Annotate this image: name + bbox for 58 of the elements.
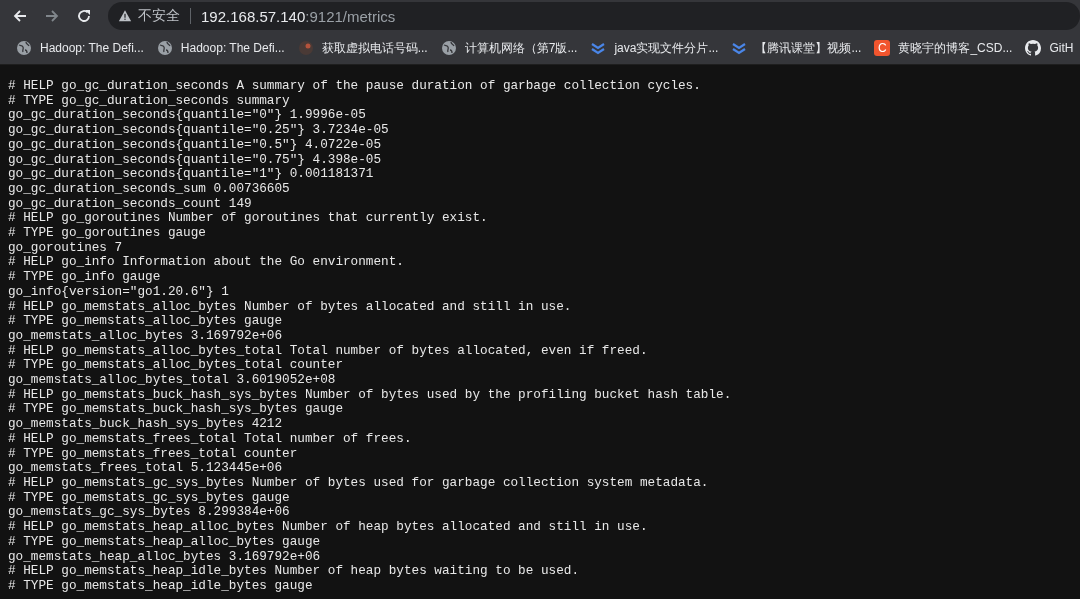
security-label: 不安全 — [138, 7, 180, 25]
globe-icon — [156, 40, 173, 56]
globe-icon — [16, 40, 32, 56]
metrics-line: # HELP go_memstats_frees_total Total number of frees. — [8, 431, 412, 447]
metrics-line: go_gc_duration_seconds{quantile="0.25"} 3.7234e-05 — [8, 123, 389, 138]
logo-icon: C — [874, 40, 891, 56]
metrics-line: go_gc_duration_seconds{quantile="1"} 0.001181371 — [8, 167, 374, 182]
address-bar[interactable]: 不安全 192.168.57.140:9121/metrics — [108, 2, 1080, 30]
metrics-line: go_gc_duration_seconds{quantile="0.5"} 4.0722e-05 — [8, 137, 382, 153]
metrics-line: # TYPE go_memstats_heap_idle_bytes gauge — [8, 578, 313, 594]
metrics-line: go_gc_duration_seconds_sum 0.00736605 — [8, 181, 290, 197]
chevrons-icon — [731, 40, 748, 56]
metrics-line: # HELP go_memstats_buck_hash_sys_bytes Number of bytes used by the profiling bucket hash table. — [8, 387, 732, 403]
metrics-line: # HELP go_memstats_heap_alloc_bytes Number of heap bytes allocated and still in use. — [8, 520, 648, 535]
url-text: 192.168.57.140:9121/metrics — [201, 7, 396, 25]
metrics-line: go_gc_duration_seconds_count 149 — [8, 196, 252, 212]
bookmark-item[interactable]: 获取虚拟电话号码... — [297, 39, 428, 57]
metrics-line: go_memstats_gc_sys_bytes 8.299384e+06 — [8, 505, 290, 521]
metrics-line: go_gc_duration_seconds{quantile="0.75"} 4.398e-05 — [8, 152, 382, 168]
metrics-line: # TYPE go_memstats_heap_alloc_bytes gauge — [8, 534, 321, 550]
metrics-line: go_memstats_buck_hash_sys_bytes 4212 — [8, 417, 283, 432]
back-arrow-icon[interactable] — [12, 8, 28, 24]
metrics-line: go_memstats_alloc_bytes 3.169792e+06 — [8, 328, 283, 344]
metrics-line: go_memstats_frees_total 5.123445e+06 — [8, 461, 283, 476]
metrics-line: # TYPE go_memstats_alloc_bytes_total counter — [8, 358, 343, 374]
round-logo-icon — [297, 40, 314, 56]
metrics-line: # HELP go_info Information about the Go environment. — [8, 255, 404, 271]
metrics-line: # HELP go_gc_duration_seconds A summary of the pause duration of garbage collection cycles. — [8, 79, 701, 94]
metrics-line: # TYPE go_info gauge — [8, 270, 161, 285]
metrics-line: # HELP go_memstats_heap_idle_bytes Number of heap bytes waiting to be used. — [8, 564, 580, 579]
metrics-line: go_gc_duration_seconds{quantile="0"} 1.9996e-05 — [8, 108, 366, 124]
metrics-line: go_memstats_heap_alloc_bytes 3.169792e+06 — [8, 549, 321, 565]
metrics-line: # HELP go_memstats_gc_sys_bytes Number of bytes used for garbage collection system metadata. — [8, 476, 709, 491]
metrics-line: go_info{version="go1.20.6"} 1 — [8, 284, 229, 300]
metrics-line: # HELP go_goroutines Number of goroutines that currently exist. — [8, 211, 488, 227]
metrics-line: # TYPE go_memstats_alloc_bytes gauge — [8, 314, 283, 329]
metrics-line: # HELP go_memstats_alloc_bytes Number of bytes allocated and still in use. — [8, 299, 572, 315]
bookmark-item[interactable]: Hadoop: The Defi... — [16, 40, 144, 56]
bookmark-item[interactable]: 计算机网络（第7版... — [440, 39, 578, 57]
metrics-line: # TYPE go_memstats_buck_hash_sys_bytes gauge — [8, 402, 343, 418]
metrics-line: # TYPE go_goroutines gauge — [8, 226, 206, 241]
forward-arrow-icon[interactable] — [44, 8, 60, 24]
bookmark-item[interactable]: GitH — [1025, 40, 1074, 56]
metrics-line: # TYPE go_memstats_frees_total counter — [8, 446, 298, 462]
globe-icon — [440, 40, 457, 56]
bookmark-item[interactable]: java实现文件分片... — [590, 39, 719, 57]
metrics-line: go_memstats_alloc_bytes_total 3.6019052e+08 — [8, 373, 336, 388]
reload-icon[interactable] — [76, 8, 92, 24]
bookmark-item[interactable]: Hadoop: The Defi... — [156, 40, 285, 56]
chevrons-icon — [590, 40, 607, 56]
bookmark-item[interactable]: 【腾讯课堂】视频... — [731, 39, 862, 57]
metrics-line: # TYPE go_memstats_gc_sys_bytes gauge — [8, 490, 290, 506]
metrics-line: # HELP go_memstats_alloc_bytes_total Total number of bytes allocated, even if freed. — [8, 343, 648, 359]
bookmark-item[interactable]: C 黄晓宇的博客_CSD... — [874, 39, 1013, 57]
github-icon — [1025, 40, 1042, 56]
metrics-line: # TYPE go_gc_duration_seconds summary — [8, 93, 290, 109]
metrics-line: go_goroutines 7 — [8, 240, 123, 256]
warning-icon — [118, 9, 132, 23]
